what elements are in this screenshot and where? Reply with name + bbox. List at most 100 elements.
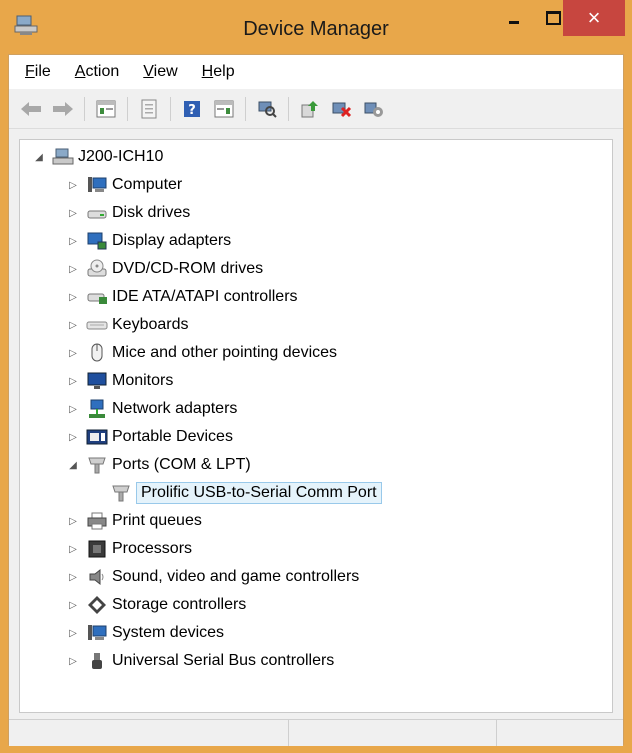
toolbar: ? bbox=[9, 89, 623, 129]
minimize-icon bbox=[509, 20, 519, 24]
toolbar-separator bbox=[84, 96, 85, 121]
tree-item-label: Portable Devices bbox=[112, 428, 233, 445]
tree-item-label: Processors bbox=[112, 540, 193, 557]
update-driver-icon[interactable] bbox=[298, 97, 322, 121]
tree-item-label: Keyboards bbox=[112, 316, 189, 333]
menu-help[interactable]: Help bbox=[192, 63, 245, 81]
close-button[interactable]: × bbox=[563, 0, 625, 36]
tree-item-network-adapters[interactable]: ▷ Network adapters bbox=[66, 396, 237, 422]
minimize-button[interactable] bbox=[496, 0, 532, 36]
expand-arrow-icon[interactable]: ▷ bbox=[66, 628, 80, 639]
portable-device-icon bbox=[86, 427, 108, 447]
forward-arrow-icon[interactable] bbox=[51, 97, 75, 121]
tree-item-dvd-drives[interactable]: ▷ DVD/CD-ROM drives bbox=[66, 256, 263, 282]
system-device-icon bbox=[86, 623, 108, 643]
tree-root-label: J200-ICH10 bbox=[78, 148, 164, 165]
scan-hardware-icon[interactable] bbox=[255, 97, 279, 121]
tree-item-label: Display adapters bbox=[112, 232, 232, 249]
menu-file[interactable]: File bbox=[15, 63, 61, 81]
properties-grid-icon[interactable] bbox=[94, 97, 118, 121]
expand-arrow-icon[interactable]: ▷ bbox=[66, 320, 80, 331]
tree-item-ports[interactable]: ◢ Ports (COM & LPT) bbox=[66, 452, 251, 478]
tree-item-system-devices[interactable]: ▷ System devices bbox=[66, 620, 224, 646]
tree-item-storage-controllers[interactable]: ▷ Storage controllers bbox=[66, 592, 246, 618]
toolbar-separator bbox=[245, 96, 246, 121]
status-pane bbox=[9, 720, 289, 746]
tree-item-processors[interactable]: ▷ Processors bbox=[66, 536, 192, 562]
tree-item-label: Monitors bbox=[112, 372, 174, 389]
tree-item-label: Universal Serial Bus controllers bbox=[112, 652, 335, 669]
maximize-icon bbox=[545, 11, 561, 25]
tree-item-keyboards[interactable]: ▷ Keyboards bbox=[66, 312, 189, 338]
tree-item-monitors[interactable]: ▷ Monitors bbox=[66, 368, 173, 394]
details-grid-icon[interactable] bbox=[212, 97, 236, 121]
expand-arrow-icon[interactable]: ▷ bbox=[66, 292, 80, 303]
status-pane bbox=[497, 720, 623, 746]
tree-item-display-adapters[interactable]: ▷ Display adapters bbox=[66, 228, 231, 254]
menu-action-label: ction bbox=[85, 63, 120, 80]
tree-item-label: Mice and other pointing devices bbox=[112, 344, 338, 361]
tree-item-label: Network adapters bbox=[112, 400, 238, 417]
collapse-arrow-icon[interactable]: ◢ bbox=[66, 460, 80, 471]
tree-item-mice[interactable]: ▷ Mice and other pointing devices bbox=[66, 340, 337, 366]
tree-item-label: Computer bbox=[112, 176, 183, 193]
tree-item-portable-devices[interactable]: ▷ Portable Devices bbox=[66, 424, 233, 450]
dvd-drive-icon bbox=[86, 259, 108, 279]
collapse-arrow-icon[interactable]: ◢ bbox=[32, 152, 46, 163]
expand-arrow-icon[interactable]: ▷ bbox=[66, 572, 80, 583]
expand-arrow-icon[interactable]: ▷ bbox=[66, 264, 80, 275]
tree-item-label: Ports (COM & LPT) bbox=[112, 456, 251, 473]
expand-arrow-icon[interactable]: ▷ bbox=[66, 404, 80, 415]
expand-arrow-icon[interactable]: ▷ bbox=[66, 656, 80, 667]
tree-item-sound[interactable]: ▷ Sound, video and game controllers bbox=[66, 564, 359, 590]
expand-arrow-icon[interactable]: ▷ bbox=[66, 376, 80, 387]
help-icon[interactable]: ? bbox=[180, 97, 204, 121]
tree-item-print-queues[interactable]: ▷ Print queues bbox=[66, 508, 202, 534]
tree-item-disk-drives[interactable]: ▷ Disk drives bbox=[66, 200, 190, 226]
device-manager-window: Device Manager × File Action View Help ?… bbox=[0, 0, 632, 753]
printer-icon bbox=[86, 511, 108, 531]
uninstall-device-icon[interactable] bbox=[362, 97, 386, 121]
back-arrow-icon[interactable] bbox=[19, 97, 43, 121]
menu-action-accel: A bbox=[74, 63, 86, 80]
menu-action[interactable]: Action bbox=[65, 63, 129, 81]
tree-item-prolific-port[interactable]: Prolific USB-to-Serial Comm Port bbox=[104, 480, 382, 506]
tree-item-label: Disk drives bbox=[112, 204, 191, 221]
expand-arrow-icon[interactable]: ▷ bbox=[66, 208, 80, 219]
client-area: File Action View Help ? ◢ J200-ICH10 ▷ C… bbox=[8, 54, 624, 746]
toolbar-separator bbox=[127, 96, 128, 121]
toolbar-separator bbox=[288, 96, 289, 121]
page-icon[interactable] bbox=[137, 97, 161, 121]
network-adapter-icon bbox=[86, 399, 108, 419]
tree-root[interactable]: ◢ J200-ICH10 bbox=[32, 144, 163, 170]
processor-icon bbox=[86, 539, 108, 559]
menu-bar: File Action View Help bbox=[9, 55, 623, 90]
expand-arrow-icon[interactable]: ▷ bbox=[66, 180, 80, 191]
expand-arrow-icon[interactable]: ▷ bbox=[66, 348, 80, 359]
menu-view-label: iew bbox=[153, 63, 178, 80]
expand-arrow-icon[interactable]: ▷ bbox=[66, 236, 80, 247]
tree-item-computer[interactable]: ▷ Computer bbox=[66, 172, 182, 198]
tree-item-label: IDE ATA/ATAPI controllers bbox=[112, 288, 298, 305]
tree-item-label: Sound, video and game controllers bbox=[112, 568, 360, 585]
tree-item-usb-controllers[interactable]: ▷ Universal Serial Bus controllers bbox=[66, 648, 334, 674]
menu-view[interactable]: View bbox=[133, 63, 187, 81]
device-tree[interactable]: ◢ J200-ICH10 ▷ Computer ▷ Disk drives ▷ bbox=[19, 139, 613, 713]
tree-item-label: Print queues bbox=[112, 512, 202, 529]
menu-help-accel: H bbox=[201, 63, 214, 80]
expand-arrow-icon[interactable]: ▷ bbox=[66, 432, 80, 443]
computer-icon bbox=[86, 175, 108, 195]
port-icon bbox=[86, 455, 108, 475]
disk-drive-icon bbox=[86, 203, 108, 223]
title-bar[interactable]: Device Manager × bbox=[0, 0, 632, 54]
expand-arrow-icon[interactable]: ▷ bbox=[66, 544, 80, 555]
speaker-icon bbox=[86, 567, 108, 587]
menu-view-accel: V bbox=[143, 63, 154, 80]
selected-item-label: Prolific USB-to-Serial Comm Port bbox=[136, 482, 382, 504]
expand-arrow-icon[interactable]: ▷ bbox=[66, 600, 80, 611]
tree-item-ide-controllers[interactable]: ▷ IDE ATA/ATAPI controllers bbox=[66, 284, 298, 310]
port-icon bbox=[110, 483, 132, 503]
status-pane bbox=[289, 720, 497, 746]
disable-device-icon[interactable] bbox=[330, 97, 354, 121]
expand-arrow-icon[interactable]: ▷ bbox=[66, 516, 80, 527]
